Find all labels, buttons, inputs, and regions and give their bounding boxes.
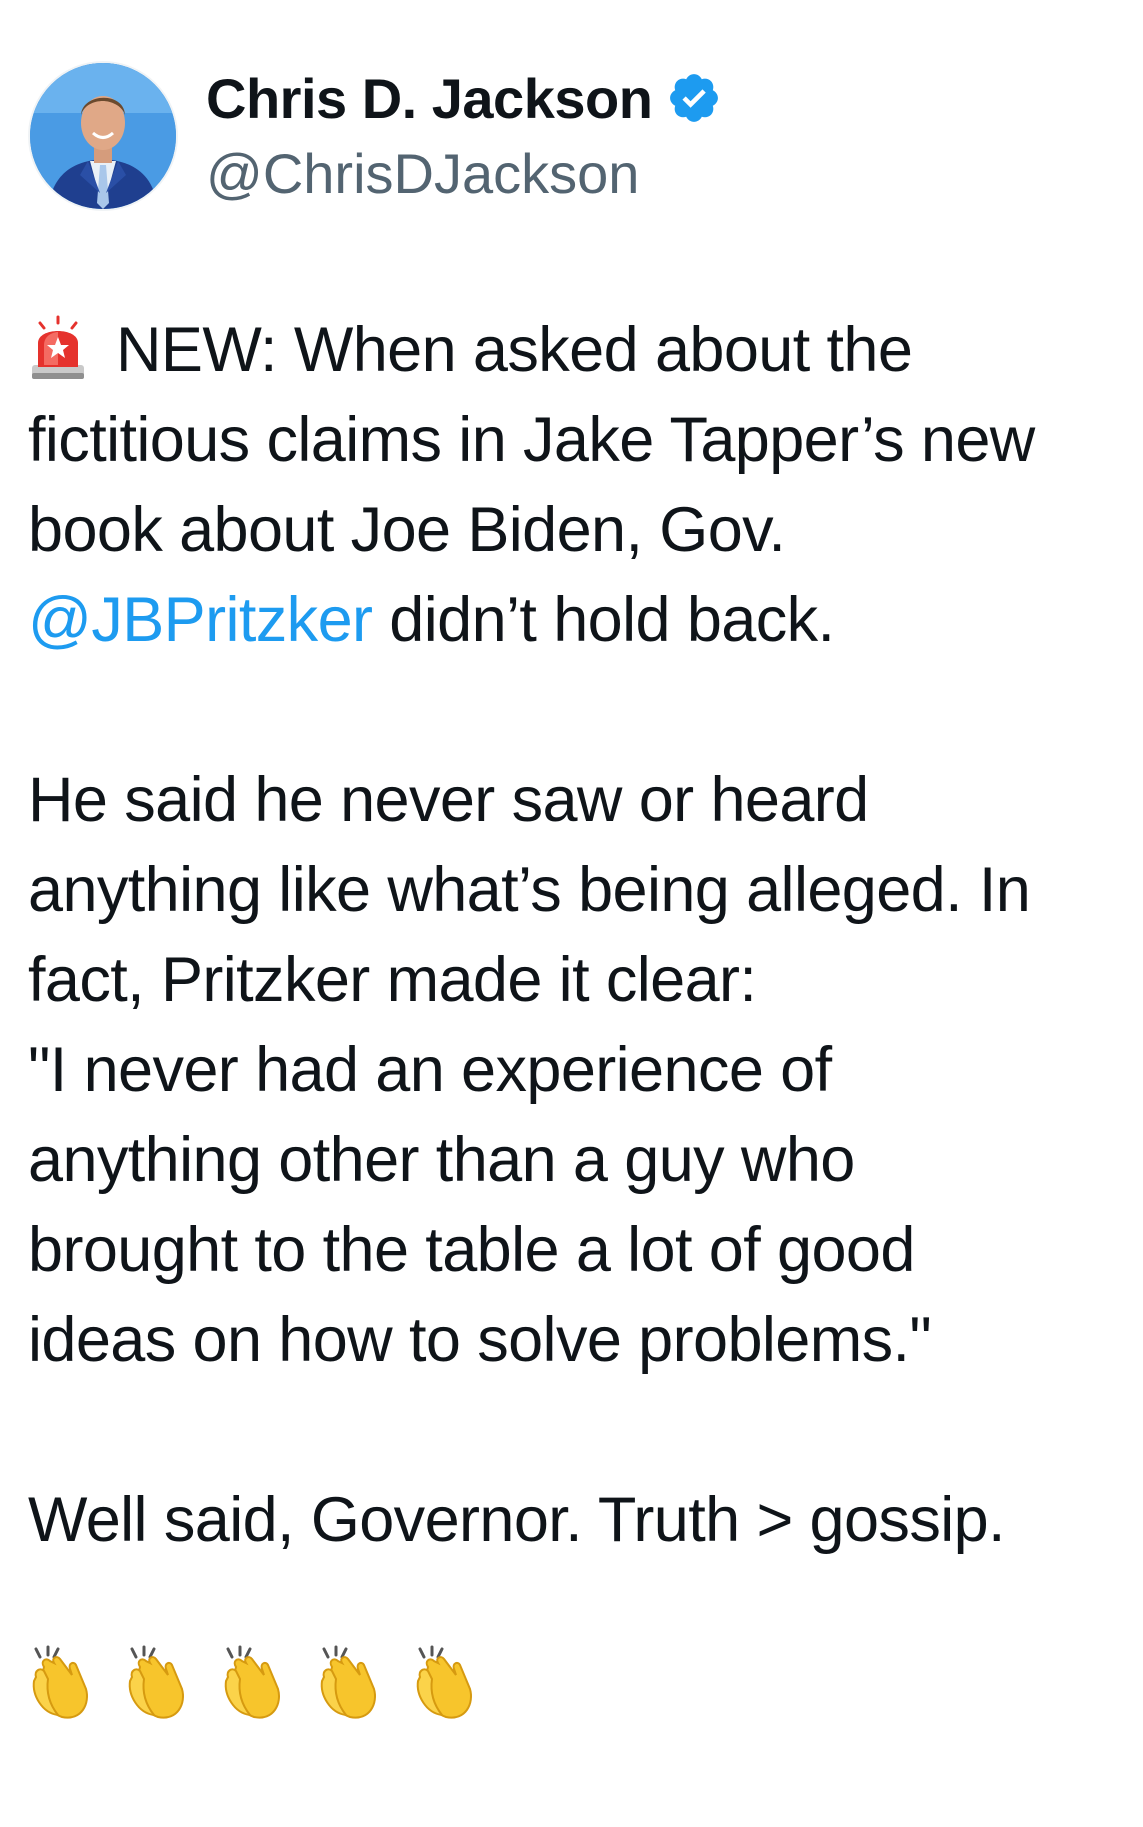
rotating-light-emoji <box>32 315 84 379</box>
clapping-hands-emoji <box>320 1645 376 1719</box>
tweet-card: Chris D. Jackson @ChrisDJackson NEW: Whe… <box>0 0 1143 1827</box>
paragraph3-line1: Well said, Governor. Truth > gossip. <box>28 1485 1006 1555</box>
text-line: @JBPritzker didn’t hold back. <box>28 575 1128 665</box>
paragraph2-line6: brought to the table a lot of good <box>28 1215 915 1285</box>
clapping-hands-emoji <box>32 1645 88 1719</box>
paragraph1-line3: book about Joe Biden, Gov. <box>28 495 786 565</box>
mention-link[interactable]: @JBPritzker <box>28 585 373 655</box>
paragraph2-line7: ideas on how to solve problems." <box>28 1305 932 1375</box>
display-name[interactable]: Chris D. Jackson <box>206 66 653 131</box>
clapping-hands-emoji <box>224 1645 280 1719</box>
name-row: Chris D. Jackson <box>206 60 722 136</box>
paragraph1-line2: fictitious claims in Jake Tapper’s new <box>28 405 1035 475</box>
paragraph2-line4: "I never had an experience of <box>28 1035 832 1105</box>
text-line: NEW: When asked about the <box>28 305 1128 395</box>
paragraph2-line3: fact, Pritzker made it clear: <box>28 945 757 1015</box>
paragraph2-line5: anything other than a guy who <box>28 1125 855 1195</box>
author-identity: Chris D. Jackson @ChrisDJackson <box>206 60 722 212</box>
paragraph1-line4-rest: didn’t hold back. <box>372 585 835 655</box>
verified-badge-icon <box>670 74 719 122</box>
paragraph1-line1: NEW: When asked about the <box>116 315 913 385</box>
profile-photo <box>30 63 176 209</box>
avatar[interactable] <box>28 61 178 211</box>
clapping-hands-emoji <box>416 1645 472 1719</box>
paragraph2-line1: He said he never saw or heard <box>28 765 869 835</box>
tweet-header: Chris D. Jackson @ChrisDJackson <box>28 56 722 216</box>
clapping-emoji-row <box>28 1645 480 1721</box>
author-handle[interactable]: @ChrisDJackson <box>206 136 722 212</box>
clapping-hands-emoji <box>128 1645 184 1719</box>
paragraph2-line2: anything like what’s being alleged. In <box>28 855 1031 925</box>
tweet-text: NEW: When asked about the fictitious cla… <box>28 305 1128 1565</box>
